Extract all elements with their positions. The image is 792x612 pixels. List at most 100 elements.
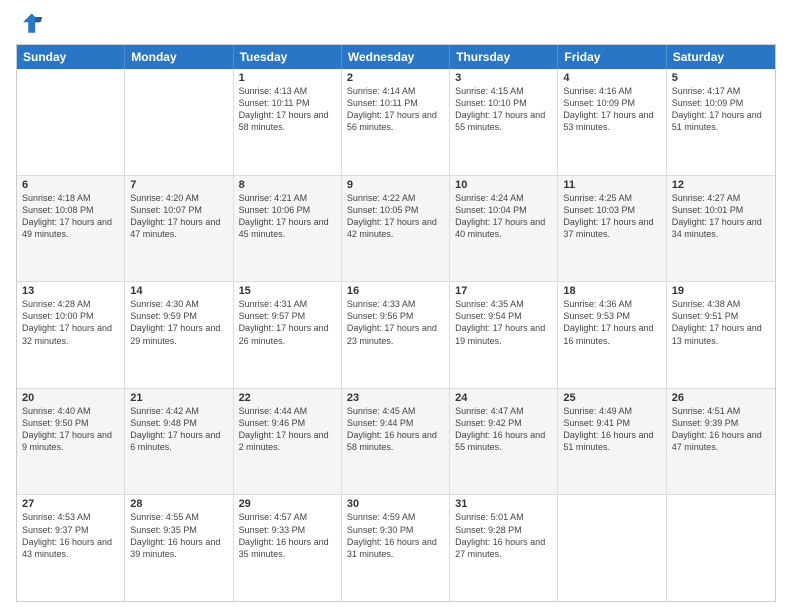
calendar-header-thursday: Thursday — [450, 45, 558, 69]
day-info: Sunrise: 4:40 AM Sunset: 9:50 PM Dayligh… — [22, 405, 119, 454]
day-number: 22 — [239, 392, 336, 404]
calendar-day-11: 11Sunrise: 4:25 AM Sunset: 10:03 PM Dayl… — [558, 176, 666, 282]
calendar-day-9: 9Sunrise: 4:22 AM Sunset: 10:05 PM Dayli… — [342, 176, 450, 282]
day-info: Sunrise: 4:33 AM Sunset: 9:56 PM Dayligh… — [347, 298, 444, 347]
day-info: Sunrise: 4:57 AM Sunset: 9:33 PM Dayligh… — [239, 511, 336, 560]
calendar-day-31: 31Sunrise: 5:01 AM Sunset: 9:28 PM Dayli… — [450, 495, 558, 601]
calendar-header-friday: Friday — [558, 45, 666, 69]
day-number: 31 — [455, 498, 552, 510]
calendar-day-17: 17Sunrise: 4:35 AM Sunset: 9:54 PM Dayli… — [450, 282, 558, 388]
calendar-day-23: 23Sunrise: 4:45 AM Sunset: 9:44 PM Dayli… — [342, 389, 450, 495]
calendar-day-8: 8Sunrise: 4:21 AM Sunset: 10:06 PM Dayli… — [234, 176, 342, 282]
calendar-week-3: 13Sunrise: 4:28 AM Sunset: 10:00 PM Dayl… — [17, 282, 775, 389]
day-number: 15 — [239, 285, 336, 297]
day-info: Sunrise: 4:47 AM Sunset: 9:42 PM Dayligh… — [455, 405, 552, 454]
calendar-day-4: 4Sunrise: 4:16 AM Sunset: 10:09 PM Dayli… — [558, 69, 666, 175]
day-number: 3 — [455, 72, 552, 84]
day-number: 12 — [672, 179, 770, 191]
calendar-day-1: 1Sunrise: 4:13 AM Sunset: 10:11 PM Dayli… — [234, 69, 342, 175]
calendar-day-empty — [125, 69, 233, 175]
calendar-day-27: 27Sunrise: 4:53 AM Sunset: 9:37 PM Dayli… — [17, 495, 125, 601]
day-number: 13 — [22, 285, 119, 297]
calendar-day-24: 24Sunrise: 4:47 AM Sunset: 9:42 PM Dayli… — [450, 389, 558, 495]
calendar-day-25: 25Sunrise: 4:49 AM Sunset: 9:41 PM Dayli… — [558, 389, 666, 495]
calendar-header-saturday: Saturday — [667, 45, 775, 69]
header — [16, 10, 776, 38]
day-info: Sunrise: 4:35 AM Sunset: 9:54 PM Dayligh… — [455, 298, 552, 347]
day-number: 9 — [347, 179, 444, 191]
day-info: Sunrise: 4:36 AM Sunset: 9:53 PM Dayligh… — [563, 298, 660, 347]
day-info: Sunrise: 4:45 AM Sunset: 9:44 PM Dayligh… — [347, 405, 444, 454]
day-number: 16 — [347, 285, 444, 297]
day-number: 11 — [563, 179, 660, 191]
day-info: Sunrise: 5:01 AM Sunset: 9:28 PM Dayligh… — [455, 511, 552, 560]
calendar-header-sunday: Sunday — [17, 45, 125, 69]
calendar-day-5: 5Sunrise: 4:17 AM Sunset: 10:09 PM Dayli… — [667, 69, 775, 175]
calendar-day-14: 14Sunrise: 4:30 AM Sunset: 9:59 PM Dayli… — [125, 282, 233, 388]
calendar-day-30: 30Sunrise: 4:59 AM Sunset: 9:30 PM Dayli… — [342, 495, 450, 601]
calendar-day-15: 15Sunrise: 4:31 AM Sunset: 9:57 PM Dayli… — [234, 282, 342, 388]
calendar-day-empty — [667, 495, 775, 601]
calendar-day-6: 6Sunrise: 4:18 AM Sunset: 10:08 PM Dayli… — [17, 176, 125, 282]
day-info: Sunrise: 4:17 AM Sunset: 10:09 PM Daylig… — [672, 85, 770, 134]
day-info: Sunrise: 4:14 AM Sunset: 10:11 PM Daylig… — [347, 85, 444, 134]
calendar-day-21: 21Sunrise: 4:42 AM Sunset: 9:48 PM Dayli… — [125, 389, 233, 495]
calendar-week-2: 6Sunrise: 4:18 AM Sunset: 10:08 PM Dayli… — [17, 176, 775, 283]
day-number: 18 — [563, 285, 660, 297]
day-number: 2 — [347, 72, 444, 84]
calendar-day-12: 12Sunrise: 4:27 AM Sunset: 10:01 PM Dayl… — [667, 176, 775, 282]
day-number: 17 — [455, 285, 552, 297]
day-number: 6 — [22, 179, 119, 191]
calendar-week-5: 27Sunrise: 4:53 AM Sunset: 9:37 PM Dayli… — [17, 495, 775, 601]
calendar-day-22: 22Sunrise: 4:44 AM Sunset: 9:46 PM Dayli… — [234, 389, 342, 495]
day-number: 1 — [239, 72, 336, 84]
calendar-day-3: 3Sunrise: 4:15 AM Sunset: 10:10 PM Dayli… — [450, 69, 558, 175]
calendar-day-16: 16Sunrise: 4:33 AM Sunset: 9:56 PM Dayli… — [342, 282, 450, 388]
day-number: 25 — [563, 392, 660, 404]
calendar-day-20: 20Sunrise: 4:40 AM Sunset: 9:50 PM Dayli… — [17, 389, 125, 495]
calendar-day-13: 13Sunrise: 4:28 AM Sunset: 10:00 PM Dayl… — [17, 282, 125, 388]
day-number: 19 — [672, 285, 770, 297]
day-number: 21 — [130, 392, 227, 404]
day-number: 4 — [563, 72, 660, 84]
day-number: 29 — [239, 498, 336, 510]
calendar-header-row: SundayMondayTuesdayWednesdayThursdayFrid… — [17, 45, 775, 69]
day-info: Sunrise: 4:53 AM Sunset: 9:37 PM Dayligh… — [22, 511, 119, 560]
calendar: SundayMondayTuesdayWednesdayThursdayFrid… — [16, 44, 776, 602]
day-info: Sunrise: 4:24 AM Sunset: 10:04 PM Daylig… — [455, 192, 552, 241]
day-number: 10 — [455, 179, 552, 191]
day-number: 30 — [347, 498, 444, 510]
day-number: 23 — [347, 392, 444, 404]
day-info: Sunrise: 4:51 AM Sunset: 9:39 PM Dayligh… — [672, 405, 770, 454]
day-info: Sunrise: 4:18 AM Sunset: 10:08 PM Daylig… — [22, 192, 119, 241]
day-info: Sunrise: 4:21 AM Sunset: 10:06 PM Daylig… — [239, 192, 336, 241]
calendar-header-tuesday: Tuesday — [234, 45, 342, 69]
calendar-body: 1Sunrise: 4:13 AM Sunset: 10:11 PM Dayli… — [17, 69, 775, 601]
logo-icon — [16, 10, 44, 38]
day-info: Sunrise: 4:20 AM Sunset: 10:07 PM Daylig… — [130, 192, 227, 241]
day-number: 14 — [130, 285, 227, 297]
calendar-day-26: 26Sunrise: 4:51 AM Sunset: 9:39 PM Dayli… — [667, 389, 775, 495]
day-info: Sunrise: 4:31 AM Sunset: 9:57 PM Dayligh… — [239, 298, 336, 347]
calendar-day-18: 18Sunrise: 4:36 AM Sunset: 9:53 PM Dayli… — [558, 282, 666, 388]
day-number: 5 — [672, 72, 770, 84]
day-info: Sunrise: 4:22 AM Sunset: 10:05 PM Daylig… — [347, 192, 444, 241]
day-info: Sunrise: 4:59 AM Sunset: 9:30 PM Dayligh… — [347, 511, 444, 560]
page: SundayMondayTuesdayWednesdayThursdayFrid… — [0, 0, 792, 612]
calendar-day-empty — [17, 69, 125, 175]
day-info: Sunrise: 4:27 AM Sunset: 10:01 PM Daylig… — [672, 192, 770, 241]
day-number: 26 — [672, 392, 770, 404]
day-info: Sunrise: 4:16 AM Sunset: 10:09 PM Daylig… — [563, 85, 660, 134]
day-info: Sunrise: 4:30 AM Sunset: 9:59 PM Dayligh… — [130, 298, 227, 347]
calendar-day-28: 28Sunrise: 4:55 AM Sunset: 9:35 PM Dayli… — [125, 495, 233, 601]
calendar-header-wednesday: Wednesday — [342, 45, 450, 69]
day-info: Sunrise: 4:42 AM Sunset: 9:48 PM Dayligh… — [130, 405, 227, 454]
day-info: Sunrise: 4:49 AM Sunset: 9:41 PM Dayligh… — [563, 405, 660, 454]
day-info: Sunrise: 4:28 AM Sunset: 10:00 PM Daylig… — [22, 298, 119, 347]
calendar-day-29: 29Sunrise: 4:57 AM Sunset: 9:33 PM Dayli… — [234, 495, 342, 601]
calendar-week-4: 20Sunrise: 4:40 AM Sunset: 9:50 PM Dayli… — [17, 389, 775, 496]
day-info: Sunrise: 4:55 AM Sunset: 9:35 PM Dayligh… — [130, 511, 227, 560]
calendar-day-2: 2Sunrise: 4:14 AM Sunset: 10:11 PM Dayli… — [342, 69, 450, 175]
calendar-day-7: 7Sunrise: 4:20 AM Sunset: 10:07 PM Dayli… — [125, 176, 233, 282]
day-info: Sunrise: 4:15 AM Sunset: 10:10 PM Daylig… — [455, 85, 552, 134]
